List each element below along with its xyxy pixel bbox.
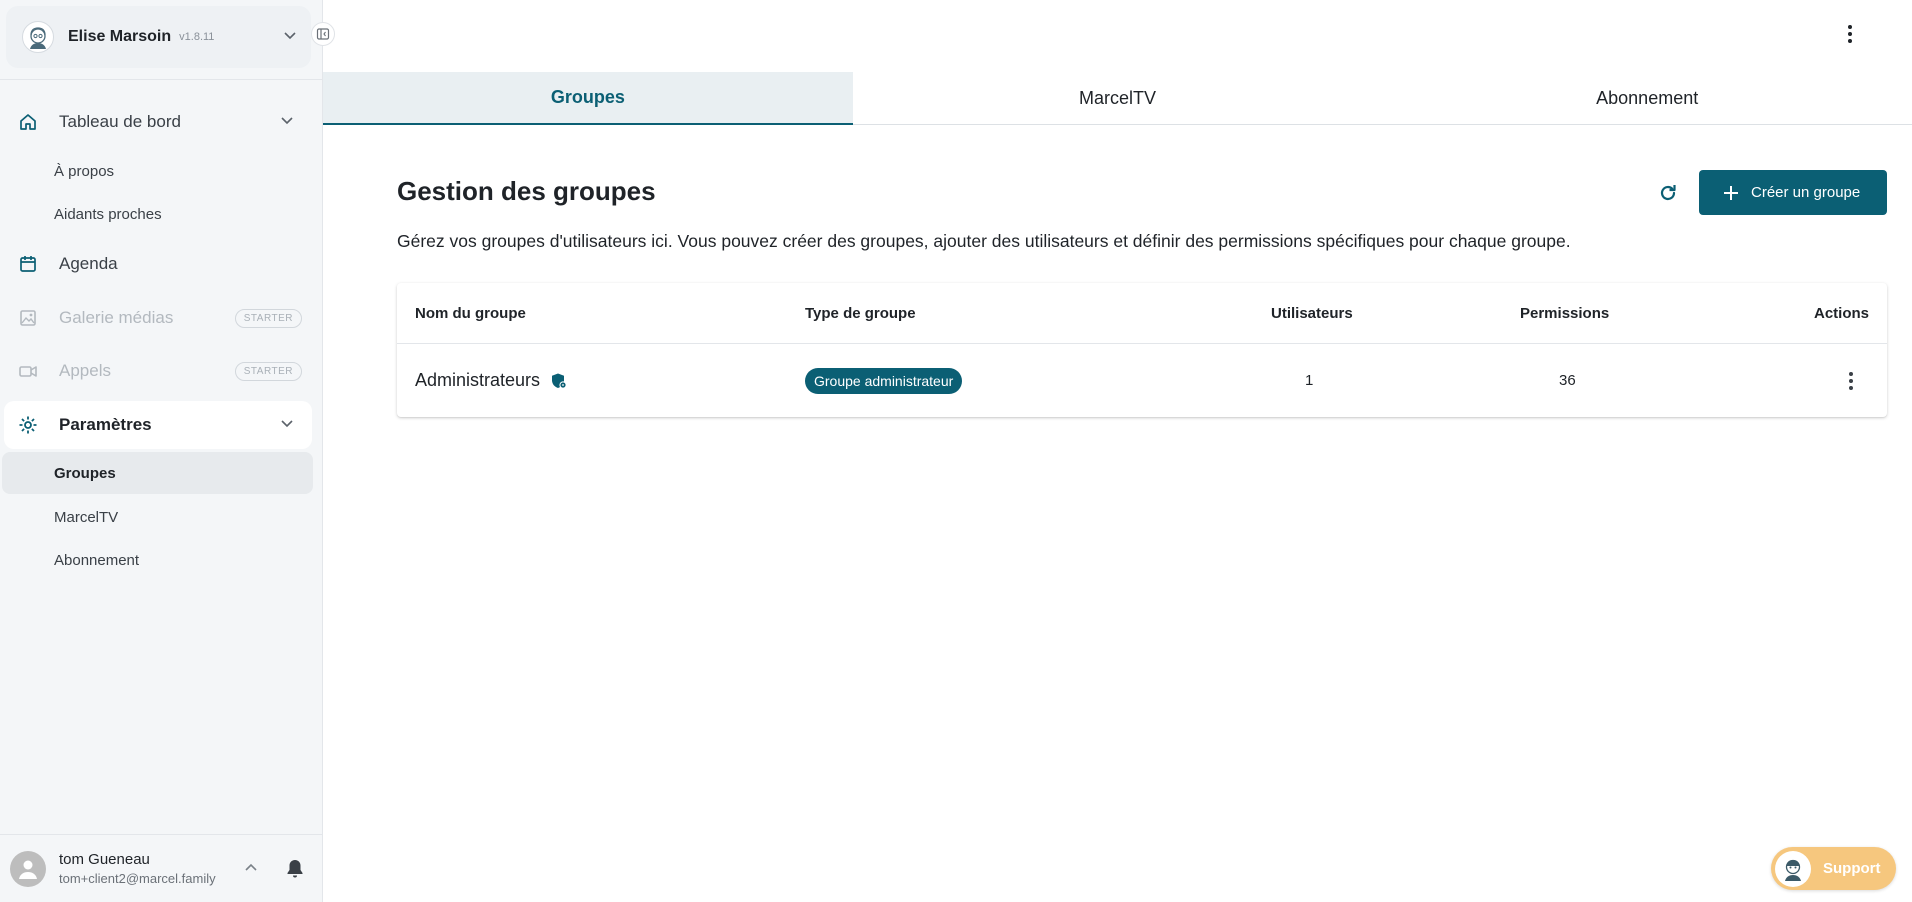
profile-name: Elise Marsoin	[68, 28, 172, 45]
profile-avatar	[22, 21, 54, 53]
group-type-cell: Groupe administrateur	[805, 344, 963, 417]
user-name: tom Gueneau	[59, 851, 150, 868]
chevron-up-icon[interactable]	[244, 861, 258, 880]
sidebar-item-gallery: Galerie médias STARTER	[4, 294, 312, 342]
header-users: Utilisateurs	[1271, 304, 1353, 322]
sidebar-divider	[0, 79, 323, 80]
table-row[interactable]: Administrateurs	[415, 344, 568, 417]
create-group-label: Créer un groupe	[1751, 184, 1861, 201]
sidebar-item-caregivers[interactable]: Aidants proches	[2, 193, 313, 235]
row-actions-cell	[1839, 344, 1863, 417]
home-icon	[16, 110, 40, 134]
page-description: Gérez vos groupes d'utilisateurs ici. Vo…	[397, 231, 1571, 251]
chevron-down-icon	[280, 112, 294, 132]
group-type-badge: Groupe administrateur	[805, 367, 963, 394]
user-footer: tom Gueneau tom+client2@marcel.family	[0, 834, 323, 902]
create-group-button[interactable]: Créer un groupe	[1699, 170, 1887, 215]
image-icon	[16, 306, 40, 330]
page-title: Gestion des groupes	[397, 176, 656, 206]
sidebar-item-label: Tableau de bord	[59, 112, 181, 131]
sidebar-item-groups[interactable]: Groupes	[2, 452, 313, 494]
sidebar-collapse-icon	[316, 28, 330, 40]
bell-icon[interactable]	[284, 857, 306, 884]
app-version: v1.8.11	[179, 31, 215, 43]
sidebar-item-label: Paramètres	[59, 415, 152, 434]
refresh-icon	[1660, 185, 1676, 201]
sidebar-item-label: Galerie médias	[59, 308, 174, 327]
sidebar-item-label: Appels	[59, 361, 111, 380]
elderly-face-icon	[30, 27, 46, 49]
sidebar: Elise Marsoin v1.8.11 Tableau de bord À …	[0, 0, 323, 902]
header-permissions: Permissions	[1520, 304, 1610, 322]
table-divider	[397, 343, 1887, 344]
permissions-count: 36	[1559, 372, 1576, 389]
sidebar-item-marceltv[interactable]: MarcelTV	[2, 496, 313, 538]
starter-badge: STARTER	[234, 309, 302, 328]
user-info: tom Gueneau tom+client2@marcel.family	[59, 851, 216, 886]
header-actions: Actions	[1813, 304, 1869, 322]
settings-tabs: Groupes MarcelTV Abonnement	[323, 72, 1912, 125]
refresh-button[interactable]	[1654, 179, 1682, 207]
tab-marceltv[interactable]: MarcelTV	[853, 72, 1383, 125]
tab-groups[interactable]: Groupes	[323, 72, 853, 125]
person-icon	[19, 860, 37, 879]
support-label: Support	[1823, 860, 1881, 877]
users-count: 1	[1305, 372, 1314, 389]
video-camera-icon	[16, 359, 40, 383]
user-avatar[interactable]	[10, 850, 46, 887]
sidebar-item-agenda[interactable]: Agenda	[4, 240, 312, 288]
support-avatar-icon	[1775, 850, 1811, 887]
tab-subscription[interactable]: Abonnement	[1382, 72, 1912, 125]
chevron-down-icon	[280, 415, 294, 435]
group-name: Administrateurs	[415, 370, 541, 390]
profile-switcher[interactable]: Elise Marsoin v1.8.11	[6, 6, 311, 68]
header-group-type: Type de groupe	[805, 304, 916, 322]
plus-icon	[1723, 185, 1739, 201]
starter-badge: STARTER	[234, 362, 302, 381]
chevron-down-icon	[283, 28, 297, 47]
gear-icon	[16, 413, 40, 437]
admin-shield-icon	[550, 372, 568, 390]
header-group-name: Nom du groupe	[415, 304, 526, 322]
sidebar-item-calls: Appels STARTER	[4, 347, 312, 395]
sidebar-item-settings[interactable]: Paramètres	[4, 401, 312, 449]
support-button[interactable]: Support	[1771, 847, 1896, 890]
collapse-sidebar-button[interactable]	[311, 22, 335, 46]
more-options-icon[interactable]	[1838, 20, 1862, 48]
row-more-options-icon[interactable]	[1839, 367, 1863, 395]
sidebar-item-subscription[interactable]: Abonnement	[2, 539, 313, 581]
sidebar-item-about[interactable]: À propos	[2, 150, 313, 192]
sidebar-item-dashboard[interactable]: Tableau de bord	[4, 98, 312, 146]
user-email: tom+client2@marcel.family	[59, 871, 216, 886]
calendar-icon	[16, 252, 40, 276]
groups-table: Nom du groupe Type de groupe Utilisateur…	[397, 283, 1887, 417]
sidebar-item-label: Agenda	[59, 254, 118, 273]
